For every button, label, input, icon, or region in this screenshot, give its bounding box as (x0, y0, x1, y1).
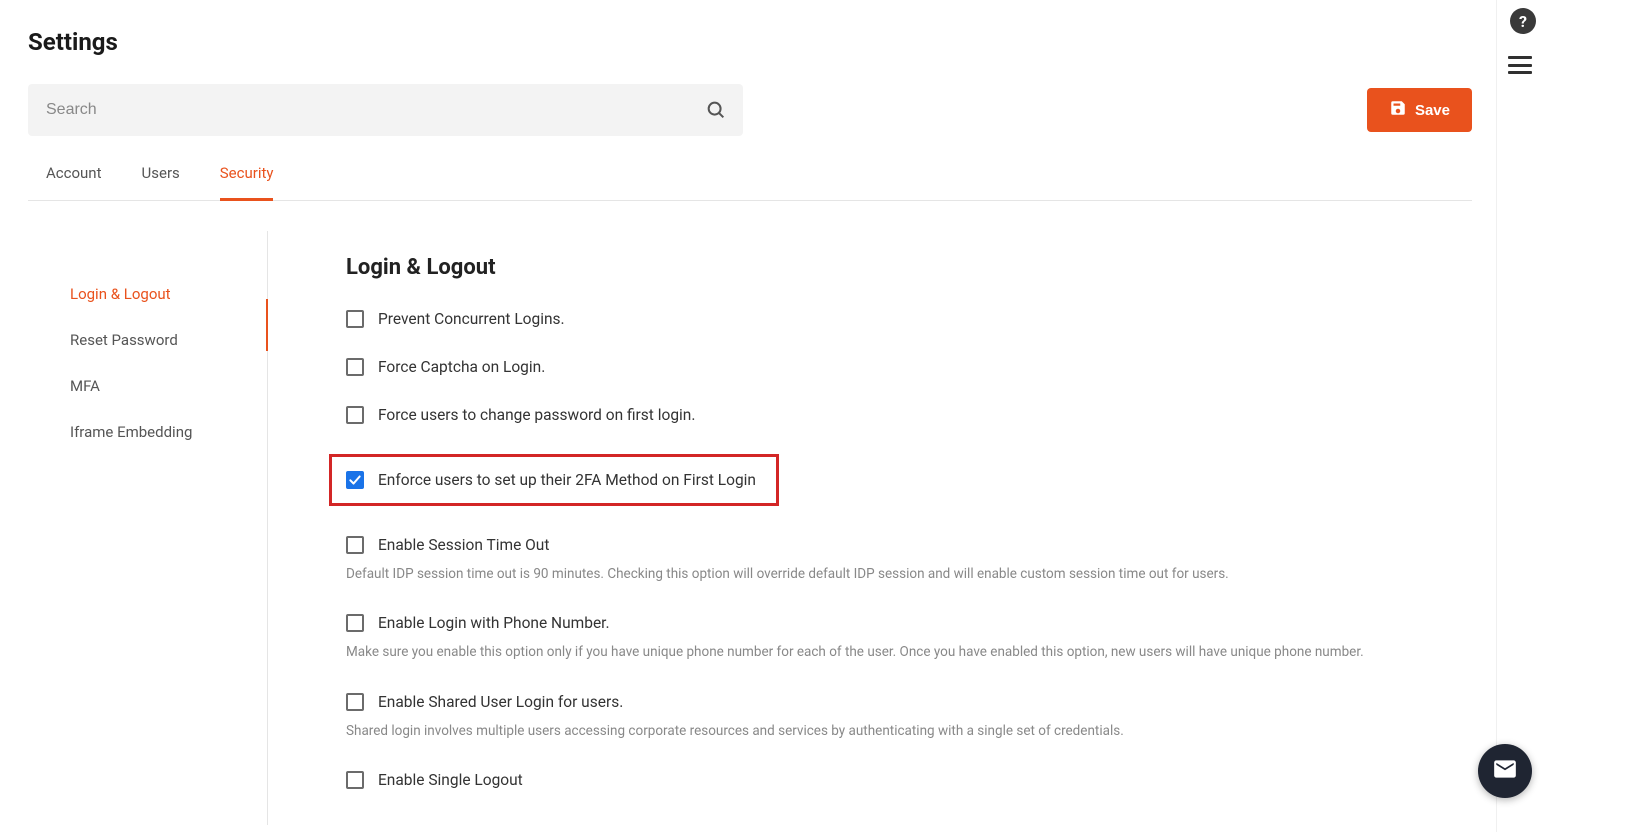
checkbox[interactable] (346, 406, 364, 424)
option: Enable Shared User Login for users. Share… (346, 693, 1456, 741)
option-label: Force users to change password on first … (378, 406, 695, 424)
option: Enable Session Time Out Default IDP sessi… (346, 536, 1456, 584)
option-row: Enable Session Time Out (346, 536, 1456, 554)
option: Enable Single Logout (346, 771, 1456, 789)
sidebar-item-iframe-embedding[interactable]: Iframe Embedding (70, 409, 267, 455)
checkbox[interactable] (346, 310, 364, 328)
option-label: Enable Single Logout (378, 771, 523, 789)
sidebar-item-login-logout[interactable]: Login & Logout (70, 271, 267, 317)
option-label: Enforce users to set up their 2FA Method… (378, 471, 756, 489)
save-button-label: Save (1415, 102, 1450, 119)
option: Enable Login with Phone Number. Make sure… (346, 614, 1456, 662)
option: Enforce users to set up their 2FA Method… (346, 454, 1456, 506)
option: Force users to change password on first … (346, 406, 1456, 424)
hamburger-menu-icon[interactable] (1508, 56, 1532, 74)
settings-panel: Login & Logout Prevent Concurrent Logins… (268, 231, 1496, 825)
option: Force Captcha on Login. (346, 358, 1456, 376)
chat-fab[interactable] (1478, 744, 1532, 798)
option-description: Make sure you enable this option only if… (346, 642, 1456, 662)
tabs: Account Users Security (28, 164, 1472, 201)
option-description: Default IDP session time out is 90 minut… (346, 564, 1456, 584)
tab-security[interactable]: Security (220, 164, 274, 201)
checkbox[interactable] (346, 693, 364, 711)
option-label: Enable Shared User Login for users. (378, 693, 623, 711)
option-row: Force Captcha on Login. (346, 358, 1456, 376)
search-icon (705, 99, 727, 121)
security-side-nav: Login & LogoutReset PasswordMFAIframe Em… (28, 231, 268, 825)
option-row: Enable Shared User Login for users. (346, 693, 1456, 711)
checkbox[interactable] (346, 614, 364, 632)
search-input[interactable] (46, 101, 689, 119)
sidebar-item-mfa[interactable]: MFA (70, 363, 267, 409)
option-row: Enable Single Logout (346, 771, 1456, 789)
option: Prevent Concurrent Logins. (346, 310, 1456, 328)
checkbox[interactable] (346, 771, 364, 789)
help-icon[interactable]: ? (1510, 8, 1536, 34)
panel-title: Login & Logout (346, 255, 1456, 280)
search-field-wrap[interactable] (28, 84, 743, 136)
option-description: Shared login involves multiple users acc… (346, 721, 1456, 741)
option-row: Force users to change password on first … (346, 406, 1456, 424)
page-title: Settings (28, 28, 1496, 56)
right-rail: ? (1496, 0, 1636, 832)
checkbox[interactable] (346, 358, 364, 376)
option-label: Prevent Concurrent Logins. (378, 310, 565, 328)
mail-icon (1492, 756, 1518, 786)
option-row: Prevent Concurrent Logins. (346, 310, 1456, 328)
option-label: Enable Session Time Out (378, 536, 549, 554)
tab-account[interactable]: Account (46, 164, 102, 201)
sidebar-item-reset-password[interactable]: Reset Password (70, 317, 267, 363)
checkbox[interactable] (346, 471, 364, 489)
save-icon (1389, 99, 1407, 121)
save-button[interactable]: Save (1367, 88, 1472, 132)
option-label: Enable Login with Phone Number. (378, 614, 610, 632)
option-row: Enable Login with Phone Number. (346, 614, 1456, 632)
tab-users[interactable]: Users (142, 164, 180, 201)
option-row: Enforce users to set up their 2FA Method… (329, 454, 779, 506)
option-label: Force Captcha on Login. (378, 358, 545, 376)
checkbox[interactable] (346, 536, 364, 554)
